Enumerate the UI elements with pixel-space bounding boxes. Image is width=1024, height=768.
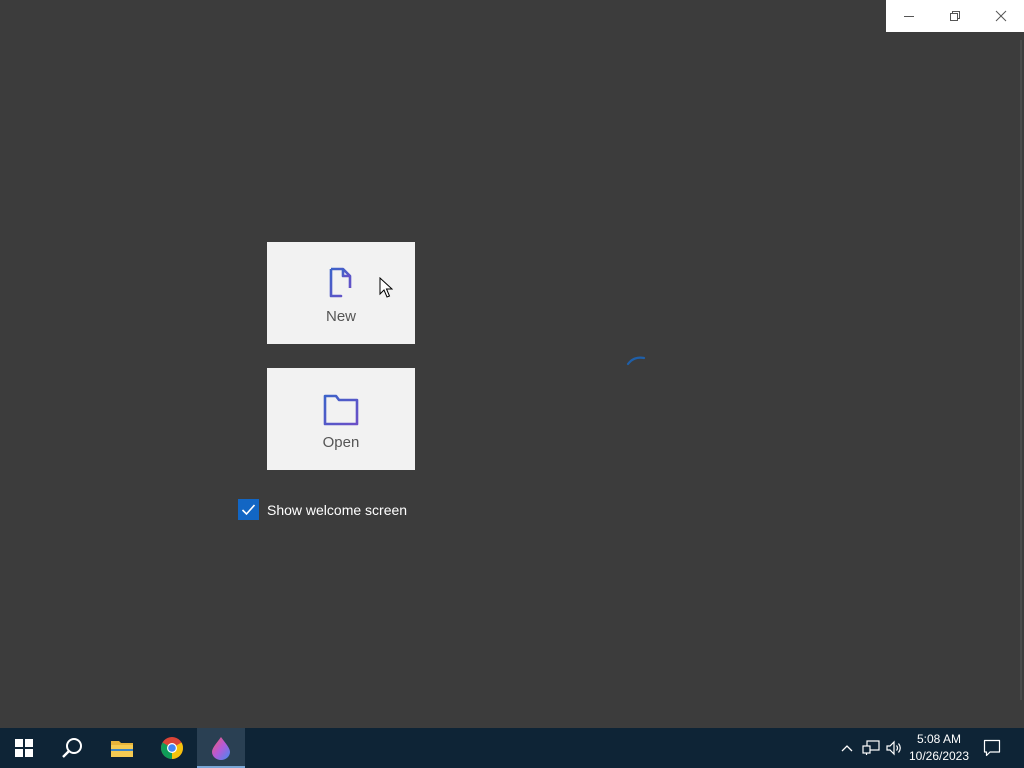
restore-icon	[950, 11, 960, 21]
new-file-icon	[329, 267, 353, 300]
mouse-cursor-icon	[379, 277, 393, 298]
windows-logo-icon	[15, 739, 33, 757]
notification-icon	[983, 739, 1001, 757]
chrome-button[interactable]	[148, 728, 196, 768]
chrome-icon	[161, 737, 183, 759]
start-button[interactable]	[0, 728, 48, 768]
loading-spinner-icon	[626, 356, 646, 366]
search-icon	[62, 738, 82, 758]
taskbar-clock[interactable]: 5:08 AM 10/26/2023	[904, 731, 974, 765]
search-button[interactable]	[48, 728, 96, 768]
paint-app-button[interactable]	[197, 728, 245, 768]
minimize-button[interactable]	[886, 0, 932, 32]
volume-button[interactable]	[884, 728, 904, 768]
volume-icon	[886, 740, 901, 756]
taskbar: 5:08 AM 10/26/2023	[0, 728, 1024, 768]
clock-date: 10/26/2023	[908, 749, 970, 763]
file-explorer-button[interactable]	[98, 728, 146, 768]
show-welcome-label: Show welcome screen	[267, 501, 408, 518]
open-button[interactable]: Open	[267, 368, 415, 470]
new-label: New	[325, 308, 356, 325]
close-button[interactable]	[978, 0, 1024, 32]
network-icon	[862, 740, 880, 755]
show-welcome-checkbox[interactable]	[238, 499, 259, 520]
folder-open-icon	[323, 394, 359, 426]
caption-buttons	[886, 0, 1024, 32]
network-button[interactable]	[860, 728, 882, 768]
app-window: New Open Show welcome screen	[0, 0, 1024, 728]
clock-time: 5:08 AM	[916, 732, 962, 746]
show-welcome-checkbox-row[interactable]: Show welcome screen	[238, 499, 407, 520]
minimize-icon	[904, 16, 914, 17]
paint-drop-icon	[212, 737, 230, 760]
restore-button[interactable]	[932, 0, 978, 32]
open-label: Open	[322, 434, 360, 451]
checkmark-icon	[241, 504, 256, 516]
show-hidden-icons-button[interactable]	[838, 728, 856, 768]
close-icon	[995, 10, 1007, 22]
window-edge	[1020, 40, 1022, 700]
folder-icon	[111, 741, 133, 757]
chevron-up-icon	[841, 745, 853, 752]
notification-button[interactable]	[980, 728, 1004, 768]
